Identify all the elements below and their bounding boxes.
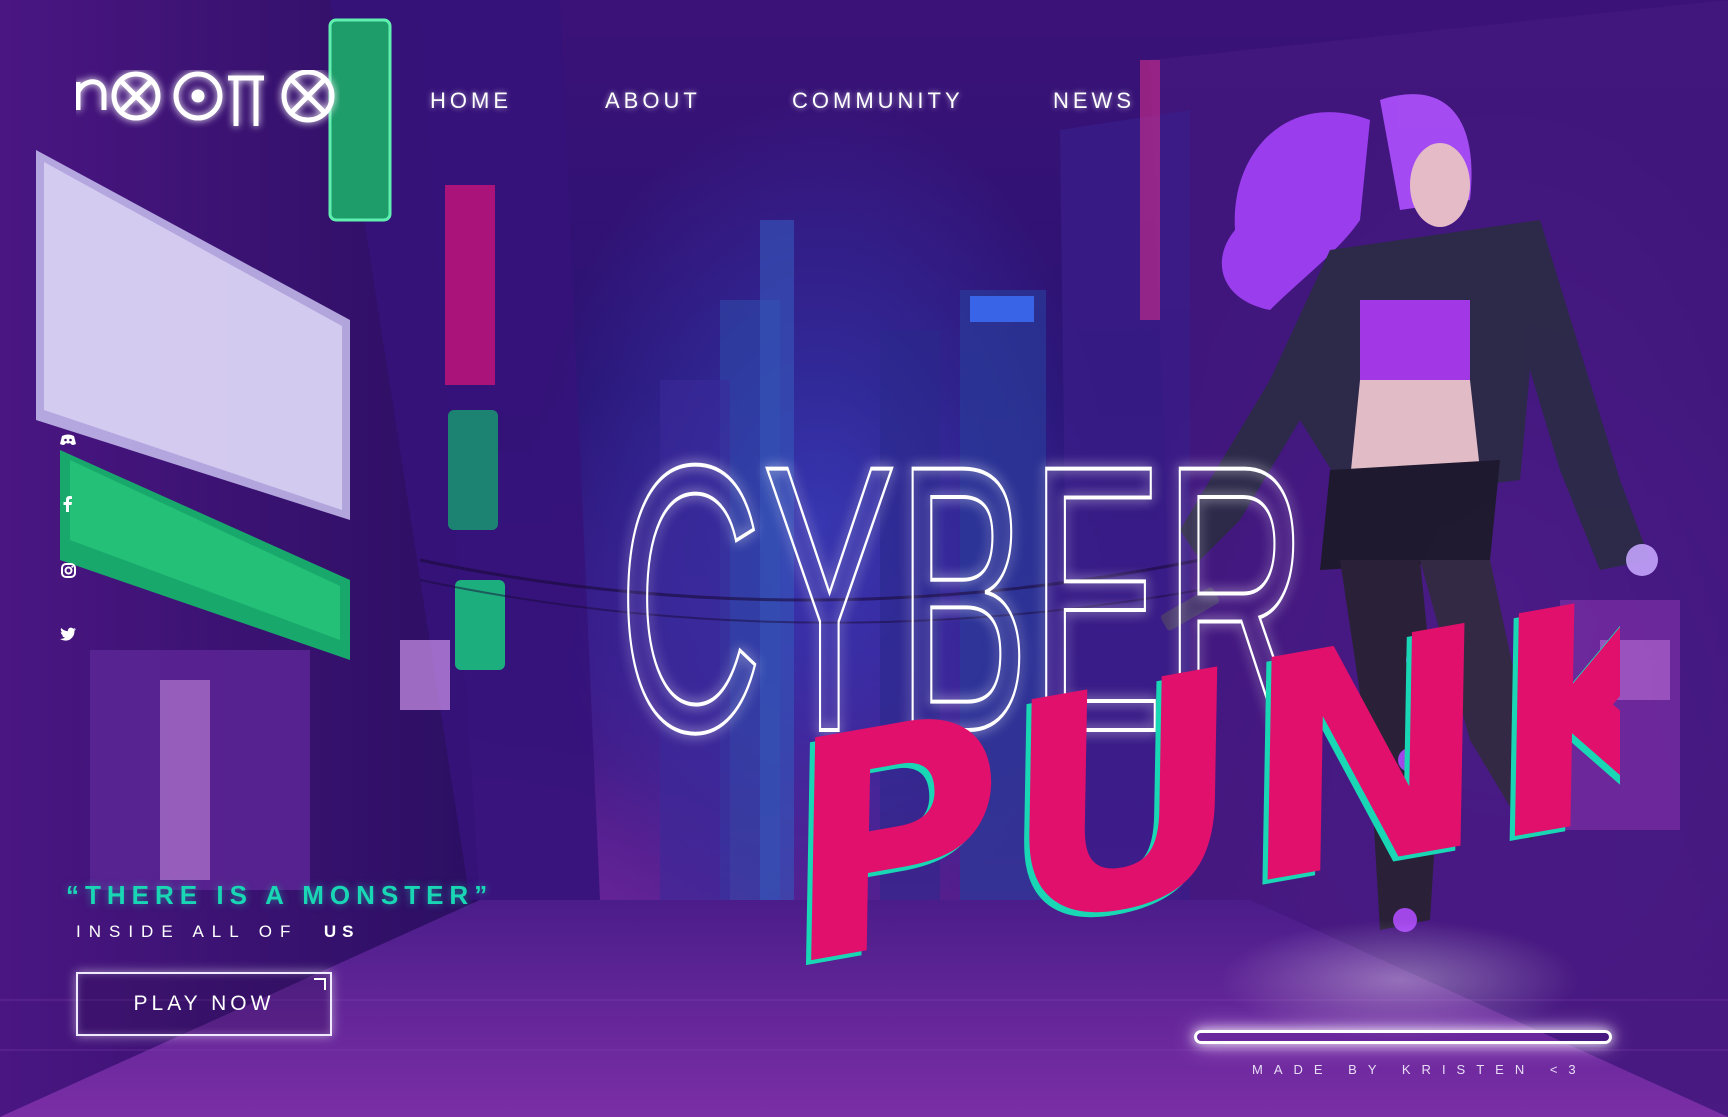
discord-icon[interactable]	[58, 430, 78, 450]
title-punk: PUNK PUNK	[780, 600, 1620, 1036]
play-now-label: PLAY NOW	[133, 992, 275, 1015]
subline-prefix: INSIDE ALL OF	[76, 922, 299, 941]
twitter-icon[interactable]	[58, 624, 78, 644]
nooiio-logo[interactable]	[76, 70, 340, 134]
button-corner-accent	[314, 978, 326, 990]
play-now-button[interactable]: PLAY NOW	[76, 972, 332, 1036]
nav-home[interactable]: HOME	[430, 88, 512, 114]
instagram-icon[interactable]	[58, 560, 78, 580]
tagline-quote: “THERE IS A MONSTER”	[66, 880, 494, 910]
hero-background: HOME ABOUT COMMUNITY NEWS CYBER PUNK PUN…	[0, 0, 1728, 1117]
nav-about[interactable]: ABOUT	[605, 88, 701, 114]
credit-text: MADE BY KRISTEN <3	[1252, 1062, 1587, 1077]
nav-news[interactable]: NEWS	[1053, 88, 1135, 114]
subline-emphasis: US	[323, 922, 360, 941]
nav-community[interactable]: COMMUNITY	[792, 88, 964, 114]
facebook-icon[interactable]	[58, 494, 78, 514]
neon-divider-bar	[1194, 1030, 1612, 1044]
tagline-subline: INSIDE ALL OF US	[76, 922, 360, 942]
